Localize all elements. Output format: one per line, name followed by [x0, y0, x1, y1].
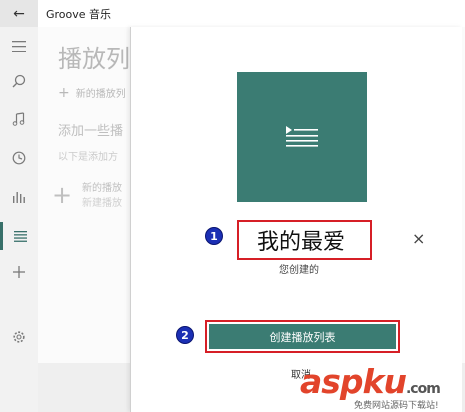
music-note-icon[interactable]	[0, 105, 38, 133]
nav-rail	[0, 27, 38, 412]
plus-icon[interactable]	[0, 258, 38, 286]
create-playlist-dialog: × 您创建的 创建播放列表 取消	[130, 27, 462, 412]
gear-icon[interactable]	[0, 323, 38, 351]
clear-name-icon[interactable]: ×	[412, 229, 425, 248]
playlist-name-field[interactable]	[237, 220, 372, 260]
back-arrow-icon: ←	[13, 5, 25, 22]
playlist-icon[interactable]	[0, 222, 38, 250]
create-playlist-button[interactable]: 创建播放列表	[209, 324, 396, 349]
create-button-highlight: 创建播放列表	[205, 320, 400, 353]
playlist-cover-icon	[286, 126, 318, 147]
playlist-name-input[interactable]	[257, 227, 357, 253]
bar-chart-icon[interactable]	[0, 182, 38, 210]
creator-label: 您创建的	[279, 265, 319, 276]
hamburger-icon[interactable]	[0, 32, 38, 60]
watermark-subtitle: 免费网站源码下载站!	[354, 401, 439, 411]
title-bar: ← Groove 音乐	[0, 0, 465, 27]
step-1-badge: 1	[205, 227, 223, 245]
watermark-logo: aspku.com	[300, 362, 441, 401]
clock-icon[interactable]	[0, 144, 38, 172]
back-button[interactable]: ←	[0, 0, 38, 27]
playlist-cover[interactable]	[237, 72, 367, 202]
step-2-badge: 2	[176, 326, 194, 344]
watermark-text: aspku	[300, 362, 407, 401]
app-title: Groove 音乐	[46, 8, 112, 21]
search-icon[interactable]	[0, 67, 38, 95]
watermark-suffix: .com	[405, 381, 441, 397]
